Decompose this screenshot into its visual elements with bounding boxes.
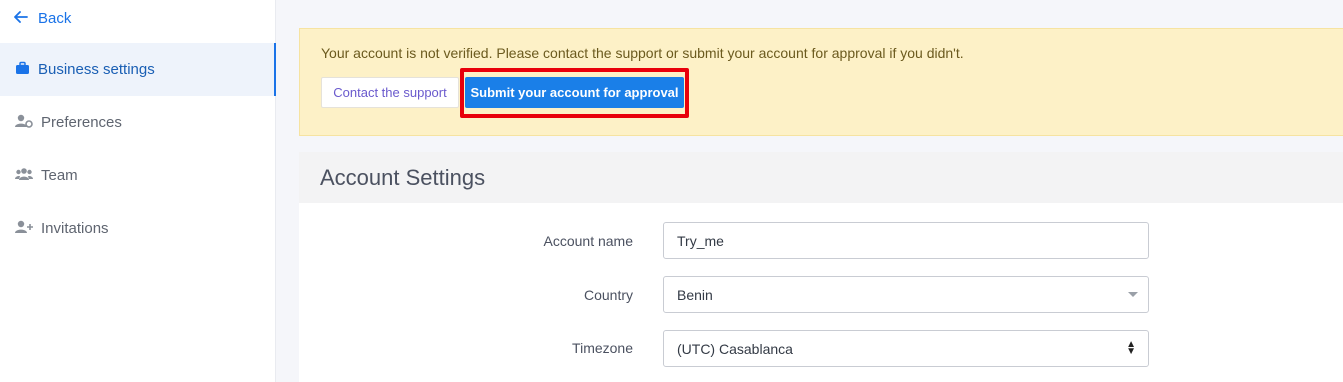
sidebar: Back Business settings Preferences Team …: [0, 0, 276, 382]
account-name-label: Account name: [543, 233, 634, 249]
country-value: Benin: [677, 286, 713, 303]
submit-for-approval-button[interactable]: Submit your account for approval: [465, 77, 684, 108]
user-plus-icon: [15, 220, 33, 238]
timezone-select[interactable]: (UTC) Casablanca ▲ ▼: [663, 330, 1149, 367]
users-icon: [15, 167, 33, 185]
sidebar-item-business-settings[interactable]: Business settings: [0, 43, 276, 96]
sidebar-item-label: Preferences: [41, 114, 122, 131]
sidebar-item-label: Invitations: [41, 220, 109, 237]
sidebar-item-label: Team: [41, 167, 78, 184]
country-select[interactable]: Benin: [663, 276, 1149, 313]
sidebar-item-preferences[interactable]: Preferences: [0, 96, 276, 149]
user-gear-icon: [15, 114, 33, 132]
account-settings-header: Account Settings: [299, 152, 1343, 203]
timezone-value: (UTC) Casablanca: [677, 340, 793, 357]
page-title: Account Settings: [320, 165, 486, 190]
briefcase-icon: [15, 61, 30, 79]
contact-support-button[interactable]: Contact the support: [321, 77, 459, 108]
chevron-down-icon: [1128, 292, 1138, 297]
account-name-value: Try_me: [677, 232, 724, 249]
sidebar-item-label: Business settings: [38, 61, 155, 78]
sidebar-item-team[interactable]: Team: [0, 149, 276, 202]
banner-message: Your account is not verified. Please con…: [321, 45, 964, 61]
sort-updown-icon: ▲ ▼: [1126, 339, 1136, 357]
back-label: Back: [38, 9, 72, 27]
arrow-left-icon: [14, 10, 28, 27]
country-label: Country: [583, 287, 633, 303]
account-name-input[interactable]: Try_me: [663, 222, 1149, 259]
back-link[interactable]: Back: [14, 8, 71, 28]
account-settings-form: Account name Try_me Country Benin Timezo…: [299, 203, 1343, 382]
sidebar-item-invitations[interactable]: Invitations: [0, 202, 276, 255]
timezone-label: Timezone: [572, 340, 633, 356]
verification-banner: Your account is not verified. Please con…: [299, 28, 1343, 136]
